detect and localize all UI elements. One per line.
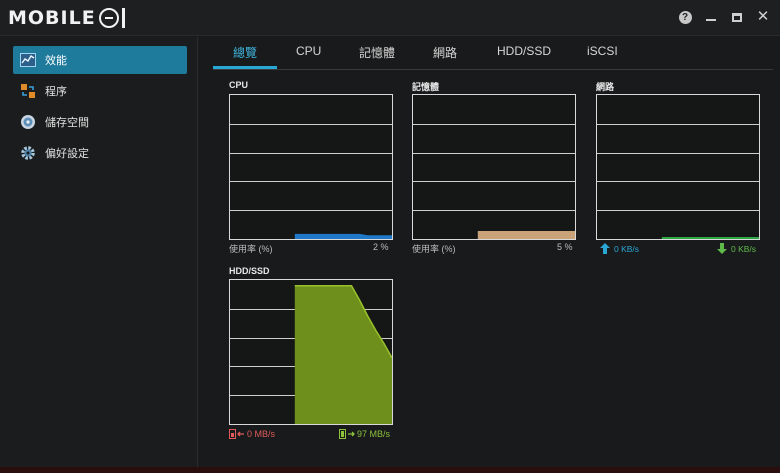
active-tab-indicator	[213, 66, 277, 69]
disk-write-rate: 97 MB/s	[339, 429, 390, 439]
minimize-icon	[706, 19, 716, 21]
disk-read-rate: 0 MB/s	[229, 429, 275, 439]
disk-graph	[229, 279, 393, 425]
cpu-panel-title: CPU	[229, 80, 249, 90]
close-button[interactable]: ✕	[756, 8, 770, 25]
memory-usage-label: 使用率 (%)	[412, 244, 456, 254]
network-panel-title: 網路	[596, 82, 615, 92]
desktop-background-strip	[0, 467, 780, 473]
logo-text: MOBILE	[8, 7, 96, 29]
main-content: 總覽 CPU 記憶體 網路 HDD/SSD iSCSI CPU 使用率 (%) …	[199, 37, 780, 467]
disk-graph-plot	[230, 285, 392, 424]
close-icon: ✕	[756, 8, 770, 25]
disk-write-value: 97 MB/s	[357, 429, 391, 439]
network-download-rate: 0 KB/s	[717, 243, 756, 254]
memory-panel-title: 記憶體	[412, 82, 440, 92]
performance-chart-icon	[19, 51, 37, 69]
disk-write-icon	[339, 429, 355, 439]
sidebar-item-label: 偏好設定	[45, 148, 89, 160]
disk-read-icon	[229, 429, 244, 439]
sidebar: 效能 程序 儲存空間 偏好設定	[0, 37, 198, 467]
sidebar-item-storage[interactable]: 儲存空間	[13, 108, 187, 136]
help-button[interactable]: ?	[678, 10, 692, 24]
app-logo: MOBILE	[8, 6, 125, 30]
maximize-icon	[732, 12, 742, 22]
disk-panel-title: HDD/SSD	[229, 266, 270, 276]
network-upload-value: 0 KB/s	[614, 243, 640, 254]
sidebar-item-label: 儲存空間	[45, 117, 89, 129]
sidebar-item-processes[interactable]: 程序	[13, 77, 187, 105]
memory-graph-plot	[413, 124, 575, 239]
logo-badge-icon	[98, 8, 119, 28]
tab-hdd-ssd[interactable]: HDD/SSD	[497, 44, 551, 58]
disk-read-value: 0 MB/s	[247, 429, 276, 439]
upload-arrow-icon	[600, 243, 610, 254]
memory-usage-value: 5 %	[557, 242, 573, 252]
network-download-value: 0 KB/s	[731, 243, 757, 254]
download-arrow-icon	[717, 243, 727, 254]
logo-bar-icon	[121, 8, 125, 28]
help-icon: ?	[678, 10, 692, 24]
tab-iscsi[interactable]: iSCSI	[587, 44, 618, 58]
memory-graph	[412, 94, 576, 240]
tab-network[interactable]: 網路	[433, 44, 457, 61]
sidebar-item-performance[interactable]: 效能	[13, 46, 187, 74]
cpu-usage-label: 使用率 (%)	[229, 244, 273, 254]
title-bar: MOBILE ? ✕	[0, 0, 780, 36]
disk-series-area	[294, 285, 392, 424]
tab-overview[interactable]: 總覽	[233, 44, 257, 61]
storage-icon	[19, 113, 37, 131]
memory-series-area	[477, 231, 575, 239]
tab-bar: 總覽 CPU 記憶體 網路 HDD/SSD iSCSI	[213, 37, 773, 70]
maximize-button[interactable]	[730, 10, 744, 24]
tab-memory[interactable]: 記憶體	[359, 44, 395, 61]
sidebar-item-preferences[interactable]: 偏好設定	[13, 139, 187, 167]
sidebar-item-label: 程序	[45, 86, 67, 98]
network-graph	[596, 94, 760, 240]
network-graph-plot	[597, 124, 759, 239]
network-upload-rate: 0 KB/s	[600, 243, 639, 254]
gear-icon	[19, 144, 37, 162]
minimize-button[interactable]	[704, 10, 718, 24]
cpu-graph-plot	[230, 124, 392, 239]
sidebar-item-label: 效能	[45, 55, 67, 67]
cpu-usage-value: 2 %	[373, 242, 389, 252]
tab-cpu[interactable]: CPU	[296, 44, 321, 58]
process-icon	[19, 82, 37, 100]
cpu-graph	[229, 94, 393, 240]
window-controls: ? ✕	[678, 8, 770, 25]
